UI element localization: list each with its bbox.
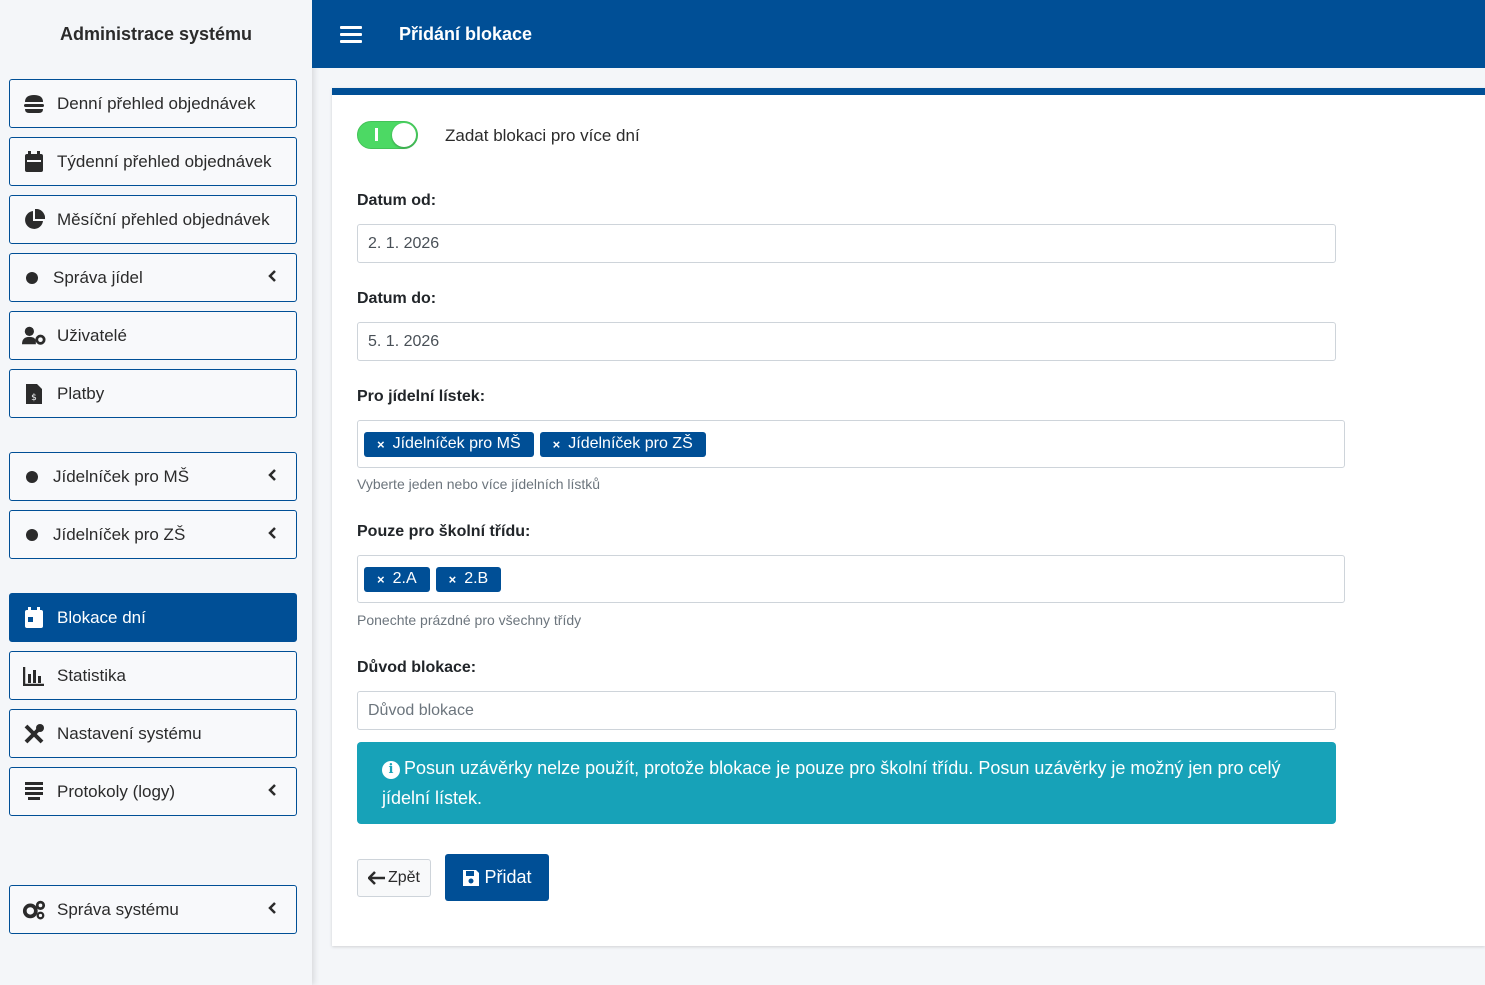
sidebar-item-meals[interactable]: Správa jídel: [9, 253, 297, 302]
circle-icon: [26, 470, 38, 483]
date-to-label: Datum do:: [357, 290, 437, 307]
brand-title: Administrace systému: [59, 23, 253, 44]
menu-help-text: Vyberte jeden nebo více jídelních lístků: [357, 476, 601, 492]
sidebar-item-label: Denní přehled objednávek: [57, 93, 256, 113]
sidebar-item-label: Uživatelé: [57, 325, 127, 345]
menu-select-label: Pro jídelní lístek:: [357, 388, 486, 405]
sidebar-item-label: Měsíční přehled objednávek: [57, 209, 270, 229]
chevron-left-icon: [268, 782, 278, 803]
chevron-left-icon: [268, 525, 278, 546]
chevron-left-icon: [268, 268, 278, 289]
page-title: Přidání blokace: [399, 23, 533, 44]
sidebar-item-users[interactable]: Uživatelé: [9, 311, 297, 360]
hamburger-food-icon: [22, 92, 46, 116]
class-select-label: Pouze pro školní třídu:: [357, 523, 531, 540]
remove-tag-icon[interactable]: ×: [553, 437, 561, 452]
date-to-input[interactable]: [357, 322, 1336, 361]
remove-tag-icon[interactable]: ×: [377, 437, 385, 452]
back-button[interactable]: Zpět: [357, 859, 431, 897]
sidebar-item-label: Blokace dní: [57, 607, 146, 627]
sidebar-item-label: Statistika: [57, 665, 126, 685]
menu-tag: × Jídelníček pro ZŠ: [539, 431, 706, 457]
calendar-icon: [22, 606, 46, 630]
circle-icon: [26, 528, 38, 541]
multi-day-label: Zadat blokaci pro více dní: [445, 126, 640, 145]
chevron-left-icon: [268, 900, 278, 921]
sidebar-item-logs[interactable]: Protokoly (logy): [9, 767, 297, 816]
multi-day-toggle[interactable]: [357, 121, 418, 149]
class-tag: × 2.A: [364, 566, 430, 592]
toggle-knob: [392, 123, 416, 147]
invoice-dollar-icon: $: [22, 382, 46, 406]
remove-tag-icon[interactable]: ×: [377, 572, 385, 587]
sidebar-item-system-settings[interactable]: Nastavení systému: [9, 709, 297, 758]
sidebar-item-statistics[interactable]: Statistika: [9, 651, 297, 700]
info-circle-icon: i: [382, 761, 400, 779]
menu-multiselect[interactable]: × Jídelníček pro MŠ × Jídelníček pro ZŠ: [357, 420, 1345, 468]
alert-text: Posun uzávěrky nelze použít, protože blo…: [382, 758, 1281, 808]
sidebar-item-label: Jídelníček pro MŠ: [53, 466, 190, 486]
sidebar-item-system-admin[interactable]: Správa systému: [9, 885, 297, 934]
tools-icon: [22, 722, 46, 746]
toggle-on-mark-icon: [375, 128, 378, 141]
sidebar-item-menu-ms[interactable]: Jídelníček pro MŠ: [9, 452, 297, 501]
reason-input[interactable]: [357, 691, 1336, 730]
form-card: Zadat blokaci pro více dní Datum od: Dat…: [332, 88, 1485, 946]
chevron-left-icon: [268, 467, 278, 488]
sidebar-item-day-blocks[interactable]: Blokace dní: [9, 593, 297, 642]
save-icon: [462, 869, 480, 887]
sidebar-item-menu-zs[interactable]: Jídelníček pro ZŠ: [9, 510, 297, 559]
date-from-input[interactable]: [357, 224, 1336, 263]
date-from-label: Datum od:: [357, 192, 437, 209]
sidebar-item-label: Jídelníček pro ZŠ: [53, 524, 186, 544]
add-button[interactable]: Přidat: [445, 854, 549, 901]
sidebar-item-daily-orders[interactable]: Denní přehled objednávek: [9, 79, 297, 128]
sidebar-item-label: Správa jídel: [53, 267, 143, 287]
sidebar: Administrace systému Denní přehled objed…: [0, 0, 312, 985]
list-icon: [22, 780, 46, 804]
sidebar-item-label: Správa systému: [57, 899, 179, 919]
sidebar-item-payments[interactable]: $ Platby: [9, 369, 297, 418]
menu-tag: × Jídelníček pro MŠ: [364, 431, 534, 457]
class-help-text: Ponechte prázdné pro všechny třídy: [357, 612, 582, 628]
sidebar-item-label: Platby: [57, 383, 105, 403]
users-cog-icon: [22, 324, 46, 348]
sidebar-item-label: Protokoly (logy): [57, 781, 176, 801]
calendar-icon: [22, 150, 46, 174]
top-bar: Přidání blokace: [312, 0, 1485, 68]
arrow-left-icon: [367, 871, 386, 885]
svg-text:$: $: [31, 393, 37, 403]
class-multiselect[interactable]: × 2.A × 2.B: [357, 555, 1345, 603]
menu-toggle-icon[interactable]: [340, 25, 362, 43]
bar-chart-icon: [22, 664, 46, 688]
circle-icon: [26, 271, 38, 284]
cogs-icon: [22, 898, 46, 922]
remove-tag-icon[interactable]: ×: [449, 572, 457, 587]
info-alert: i Posun uzávěrky nelze použít, protože bl…: [357, 742, 1336, 824]
reason-label: Důvod blokace:: [357, 659, 477, 676]
pie-chart-icon: [22, 208, 46, 232]
sidebar-item-label: Týdenní přehled objednávek: [57, 151, 272, 171]
sidebar-item-monthly-orders[interactable]: Měsíční přehled objednávek: [9, 195, 297, 244]
sidebar-item-weekly-orders[interactable]: Týdenní přehled objednávek: [9, 137, 297, 186]
class-tag: × 2.B: [435, 566, 502, 592]
sidebar-item-label: Nastavení systému: [57, 723, 202, 743]
